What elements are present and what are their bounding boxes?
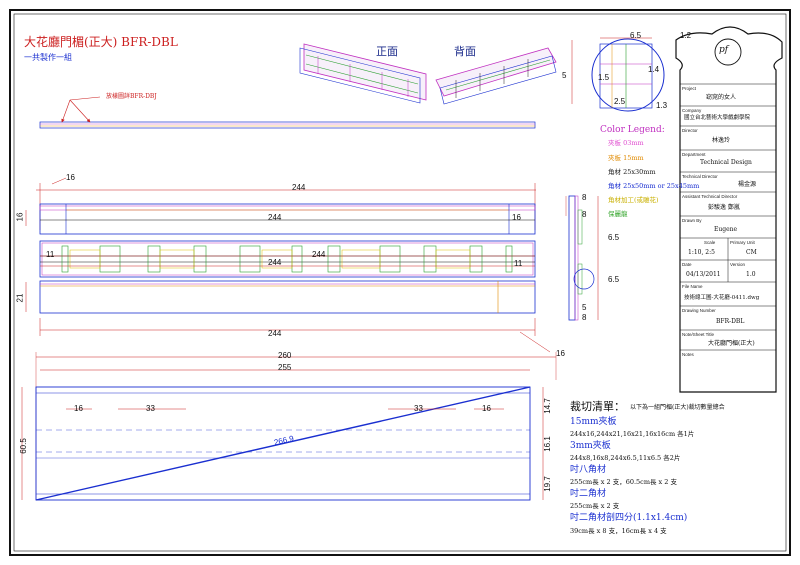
cut-section-body: 244x8,16x8,244x6.5,11x6.5 各2片 [570, 454, 681, 462]
file-label: File Name [682, 284, 703, 289]
dim-label: 244 [312, 250, 326, 259]
dim-label: 5 [582, 303, 587, 312]
project-value: 窈窕的女人 [706, 94, 737, 101]
dim-label: 260 [278, 351, 292, 360]
company-value: 國立台北藝術大學戲劇學院 [684, 115, 751, 121]
version-label: Version [730, 262, 746, 267]
dim-label: 244 [268, 258, 282, 267]
unit-value: CM [746, 249, 757, 256]
dim-label: 5 [562, 71, 567, 80]
dim-label: 16 [512, 213, 521, 222]
tech-director-value: 楊金源 [738, 181, 757, 188]
cut-list-note: 以下為一組門楣(正大)裁切數量總合 [630, 404, 725, 411]
sheet-title-label: Note/Sheet Title [682, 332, 715, 337]
logo: pf [719, 45, 729, 55]
dim-label: 33 [414, 404, 423, 413]
dim-label: 244 [268, 213, 282, 222]
cut-section-body: 255cm長 x 2 支 [570, 502, 620, 510]
dim-label: 11 [514, 259, 523, 268]
notes-label: Notes [682, 352, 694, 357]
legend-item: 角材 25x50mm or 25x45mm [608, 182, 700, 190]
drawn-value: Eugene [714, 226, 738, 233]
drawn-label: Drawn By [682, 218, 702, 223]
tech-director-label: Technical Director [682, 174, 718, 179]
cut-section-head: 15mm夾板 [570, 417, 617, 427]
dim-label: 16 [482, 404, 491, 413]
dim-label: 11 [46, 250, 55, 259]
dim-label: 8 [582, 210, 587, 219]
legend-item: 角材加工(或雕花) [608, 196, 659, 204]
dim-label: 1.3 [656, 101, 668, 110]
dim-label: 1.4 [648, 65, 660, 74]
assistant-value: 彭駿逸 鄭嵐 [708, 204, 740, 211]
dim-label: 8 [582, 193, 587, 202]
dim-label: 16.1 [542, 436, 552, 452]
director-label: Director [682, 128, 698, 133]
drawing-number-value: BFR-DBL [716, 318, 745, 325]
scale-label: Scale [704, 240, 716, 245]
sheet-title-value: 大花廳門楣(正大) [708, 340, 755, 347]
dim-label: 19.7 [542, 476, 552, 492]
cut-section-head: 3mm夾板 [570, 441, 611, 451]
dim-label: 16 [15, 212, 25, 222]
cut-list-heading: 裁切清單： [570, 400, 625, 413]
unit-label: Primary Unit [730, 240, 755, 245]
scale-value: 1:10, 2:5 [688, 249, 715, 256]
front-view-label: 正面 [376, 45, 398, 58]
dim-label: 244 [268, 329, 282, 338]
department-label: Department [682, 152, 706, 157]
project-label: Project [682, 86, 697, 91]
dim-label: 16 [66, 173, 75, 182]
drawing-number-label: Drawing Number [682, 308, 716, 313]
dim-label: 8 [582, 313, 587, 322]
dim-label: 16 [556, 349, 565, 358]
dim-label: 2.5 [614, 97, 626, 106]
drawing-sheet: 大花廳門楣(正大) BFR-DBL 一共製作一組 正面 背面 放樣圖詳BFR-D… [0, 0, 800, 565]
cut-section-body: 244x16,244x21,16x21,16x16cm 各1片 [570, 430, 695, 438]
reference-strip [39, 96, 536, 129]
dim-label: 244 [292, 183, 306, 192]
assistant-label: Assistant Technical Director [682, 194, 738, 199]
cut-section-head: 吋二角材剖四分(1.1x1.4cm) [570, 513, 688, 523]
dim-label: 6.5 [630, 31, 642, 40]
back-view-label: 背面 [454, 45, 476, 58]
cut-section-body: 255cm長 x 2 支，60.5cm長 x 2 支 [570, 478, 677, 486]
framing-plan [21, 352, 557, 501]
front-elevation [39, 240, 536, 278]
dim-label: 6.5 [608, 233, 620, 242]
department-value: Technical Design [700, 159, 752, 166]
cut-section-head: 吋八角材 [570, 465, 607, 475]
legend-item: 保麗龍 [608, 210, 628, 218]
dim-label: 14.7 [542, 398, 552, 414]
legend-item: 夾板 03mm [608, 139, 644, 147]
dim-label: 33 [146, 404, 155, 413]
dim-label: 6.5 [608, 275, 620, 284]
drawing-subtitle: 一共製作一組 [24, 53, 72, 62]
dim-label: 60.5 [18, 438, 28, 454]
top-view [25, 177, 536, 235]
dim-label: 1.2 [680, 31, 692, 40]
legend-heading: Color Legend: [600, 125, 665, 135]
front-3d-view [299, 43, 427, 104]
dim-label: 21 [15, 293, 25, 303]
date-value: 04/13/2011 [686, 271, 721, 278]
drawing-title: 大花廳門楣(正大) BFR-DBL [24, 35, 178, 49]
cut-section-head: 吋二角材 [570, 489, 607, 499]
detail-callout: 放樣圖詳BFR-DBJ [106, 93, 157, 100]
dim-label: 16 [74, 404, 83, 413]
dim-label: 1.5 [598, 73, 610, 82]
dim-label: 255 [278, 363, 292, 372]
company-label: Company [682, 108, 702, 113]
version-value: 1.0 [746, 271, 756, 278]
legend-item: 角材 25x30mm [608, 168, 656, 176]
cut-section-body: 39cm長 x 8 支，16cm長 x 4 支 [570, 527, 667, 535]
date-label: Date [682, 262, 692, 267]
legend-item: 夾板 15mm [608, 154, 644, 162]
bottom-elevation [25, 280, 551, 353]
director-value: 林逸玲 [712, 137, 731, 144]
file-value: 技術總工圖-大花廳-0411.dwg [684, 295, 760, 301]
